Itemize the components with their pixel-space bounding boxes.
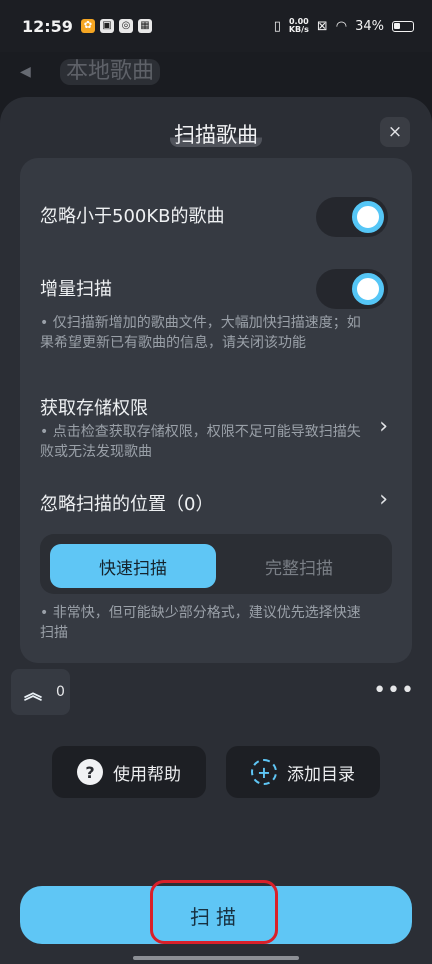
app-header: ◀ 本地歌曲 <box>0 52 432 92</box>
incremental-scan-label: 增量扫描 <box>40 279 112 300</box>
battery-icon <box>392 20 414 32</box>
app-notification-icon: ✿ <box>80 19 95 33</box>
incremental-scan-desc: • 仅扫描新增加的歌曲文件，大幅加快扫描速度；如果希望更新已有歌曲的信息，请关闭… <box>40 315 361 351</box>
app-notification-icon: ◎ <box>118 19 133 33</box>
storage-permission-desc: • 点击检查获取存储权限，权限不足可能导致扫描失败或无法发现歌曲 <box>40 424 361 460</box>
page-title: 本地歌曲 <box>60 59 161 85</box>
more-icon[interactable]: ••• <box>373 678 415 703</box>
ignore-small-toggle[interactable] <box>316 197 388 237</box>
notification-icons: ✿ ▣ ◎ ▦ <box>80 19 152 33</box>
status-time: 12:59 <box>22 16 73 36</box>
vibrate-icon: ▯ <box>273 18 281 34</box>
scan-songs-sheet: 扫描歌曲 × 忽略小于500KB的歌曲 增量扫描 • 仅扫描新增加的歌曲文件，大… <box>0 97 432 964</box>
chevron-right-icon: › <box>379 414 388 439</box>
battery-percent: 34% <box>355 18 384 34</box>
no-sim-icon: ⊠ <box>316 18 328 34</box>
settings-card: 忽略小于500KB的歌曲 增量扫描 • 仅扫描新增加的歌曲文件，大幅加快扫描速度… <box>20 158 412 663</box>
wifi-icon: ◠ <box>335 18 348 34</box>
app-notification-icon: ▦ <box>137 19 152 33</box>
app-notification-icon: ▣ <box>99 19 114 33</box>
quick-scan-option[interactable]: 快速扫描 <box>50 544 216 588</box>
full-scan-option[interactable]: 完整扫描 <box>216 544 382 588</box>
toggle-knob <box>352 273 384 305</box>
status-right: ▯ 0.00 KB/s ⊠ ◠ 34% <box>274 18 414 34</box>
highlight-box <box>150 880 278 944</box>
toggle-knob <box>352 201 384 233</box>
double-chevron-up-icon: ︽ <box>24 683 42 704</box>
help-button[interactable]: ? 使用帮助 <box>52 746 206 798</box>
home-indicator[interactable] <box>133 956 299 960</box>
ignore-small-label: 忽略小于500KB的歌曲 <box>40 206 225 227</box>
sheet-title: 扫描歌曲 <box>0 119 432 149</box>
incremental-scan-toggle[interactable] <box>316 269 388 309</box>
status-bar: 12:59 ✿ ▣ ◎ ▦ ▯ 0.00 KB/s ⊠ ◠ 34% <box>0 0 432 52</box>
scan-mode-selector: 快速扫描 完整扫描 <box>40 534 392 594</box>
help-button-label: 使用帮助 <box>113 764 181 785</box>
add-directory-button[interactable]: + 添加目录 <box>226 746 380 798</box>
network-speed: 0.00 KB/s <box>288 17 309 34</box>
back-icon[interactable]: ◀ <box>20 64 40 80</box>
storage-permission-label: 获取存储权限 <box>40 398 148 419</box>
add-directory-label: 添加目录 <box>287 764 355 785</box>
close-button[interactable]: × <box>380 117 410 147</box>
expand-count: 0 <box>56 684 65 700</box>
scan-mode-desc: • 非常快，但可能缺少部分格式，建议优先选择快速扫描 <box>40 605 361 641</box>
question-icon: ? <box>77 759 103 785</box>
close-icon: × <box>387 122 403 142</box>
expand-button[interactable]: ︽ 0 <box>11 669 70 715</box>
chevron-right-icon: › <box>379 487 388 512</box>
add-folder-icon: + <box>251 759 277 785</box>
ignored-locations-label: 忽略扫描的位置（0） <box>40 494 214 515</box>
